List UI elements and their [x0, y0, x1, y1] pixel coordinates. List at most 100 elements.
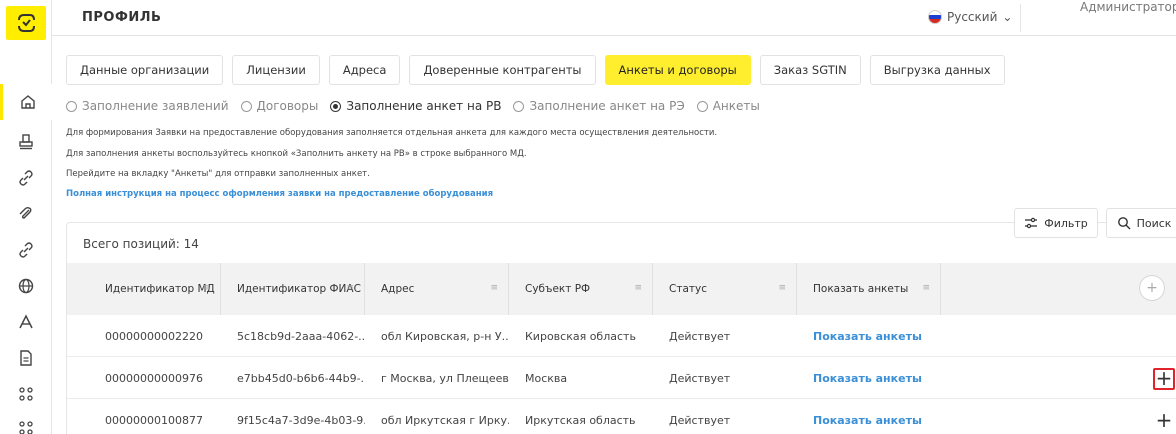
sidebar-item-link-2[interactable] [0, 232, 52, 268]
cell-address: обл Иркутская г Ирку... [381, 413, 509, 427]
column-header-status[interactable]: Статус ≡ [653, 263, 797, 315]
sidebar-item-home[interactable] [0, 84, 52, 120]
grid-icon [19, 421, 33, 434]
cell-subject: Москва [525, 371, 568, 385]
column-label: Адрес [381, 283, 415, 295]
radio-button[interactable] [513, 100, 525, 112]
column-header-address[interactable]: Адрес ≡ [365, 263, 509, 315]
total-count: Всего позиций: 14 [83, 237, 199, 251]
profile-tabs: Данные организации Лицензии Адреса Довер… [66, 55, 1005, 85]
user-name[interactable]: Администратор [1080, 0, 1176, 14]
filter-icon [1025, 217, 1038, 229]
md-table-card: Всего позиций: 14 Идентификатор МД ≡ Иден… [66, 222, 1176, 434]
logo-icon [18, 14, 35, 32]
sort-icon[interactable]: ≡ [490, 283, 498, 293]
sort-icon[interactable]: ≡ [922, 283, 930, 293]
radio-button[interactable] [696, 100, 708, 112]
column-label: Субъект РФ [525, 283, 591, 295]
tab-trusted-counterparties[interactable]: Доверенные контрагенты [409, 55, 596, 85]
search-icon [1117, 217, 1131, 230]
document-icon [20, 350, 32, 366]
add-column-button[interactable]: + [1139, 275, 1165, 301]
russia-flag-icon [928, 10, 942, 24]
header-divider [1020, 4, 1021, 32]
grid-icon [19, 387, 33, 401]
column-header-md-id[interactable]: Идентификатор МД ≡ [89, 263, 221, 315]
column-header-show-forms[interactable]: Показать анкеты ≡ [797, 263, 941, 315]
tab-addresses[interactable]: Адреса [328, 55, 401, 85]
table-row[interactable]: 00000000000976 e7bb45d0-b6b6-44b9-... г … [67, 357, 1176, 399]
tab-forms-and-contracts[interactable]: Анкеты и договоры [604, 55, 751, 85]
cell-subject: Иркутская область [525, 413, 636, 427]
show-forms-link[interactable]: Показать анкеты [797, 399, 941, 434]
radio-button[interactable] [240, 100, 252, 112]
sort-icon[interactable]: ≡ [778, 283, 786, 293]
filter-button[interactable]: Фильтр [1014, 208, 1098, 238]
language-label: Русский [947, 10, 998, 24]
filter-label: Фильтр [1044, 216, 1088, 230]
info-line-3: Перейдите на вкладку "Анкеты" для отправ… [66, 169, 370, 179]
app-logo[interactable] [6, 6, 46, 40]
radio-button[interactable] [330, 100, 342, 112]
sort-icon[interactable]: ≡ [634, 283, 642, 293]
tab-licenses[interactable]: Лицензии [232, 55, 320, 85]
tab-organization-data[interactable]: Данные организации [66, 55, 224, 85]
link-icon [19, 170, 33, 186]
cell-fias-id: 9f15c4a7-3d9e-4b03-9... [237, 413, 365, 427]
column-label: Идентификатор МД [105, 283, 215, 295]
radio-forms[interactable]: Анкеты [696, 99, 760, 113]
fill-form-plus-button[interactable]: + [1153, 368, 1175, 390]
radio-label: Заполнение анкет на РЭ [529, 99, 685, 113]
sort-icon[interactable]: ≡ [346, 283, 354, 293]
link-icon [19, 242, 33, 258]
table-row[interactable]: 00000000100877 9f15c4a7-3d9e-4b03-9... о… [67, 399, 1176, 434]
sidebar [0, 0, 52, 434]
sidebar-item-apps[interactable] [0, 376, 52, 412]
cell-subject: Кировская область [525, 329, 636, 343]
radio-button[interactable] [66, 100, 77, 112]
sidebar-item-apps-2[interactable] [0, 410, 52, 434]
cell-status: Действует [669, 329, 731, 343]
cell-md-id: 00000000100877 [105, 413, 203, 427]
language-selector[interactable]: Русский ⌄ [928, 10, 1012, 24]
sidebar-item-stamp[interactable] [0, 124, 52, 160]
radio-label: Договоры [256, 99, 319, 113]
radio-forms-rv[interactable]: Заполнение анкет на РВ [330, 99, 501, 113]
show-forms-link[interactable]: Показать анкеты [797, 315, 941, 357]
instructions-link[interactable]: Полная инструкция на процесс оформления … [66, 189, 493, 199]
sidebar-item-attachments[interactable] [0, 196, 52, 232]
column-header-fias-id[interactable]: Идентификатор ФИАС ≡ [221, 263, 365, 315]
top-header: ПРОФИЛЬ Русский ⌄ Администратор ⌄ [52, 0, 1176, 36]
cell-fias-id: e7bb45d0-b6b6-44b9-... [237, 371, 365, 385]
chevron-down-icon: ⌄ [1002, 10, 1013, 24]
radio-label: Заполнение заявлений [82, 99, 229, 113]
sidebar-item-globe[interactable] [0, 268, 52, 304]
search-label: Поиск [1136, 216, 1172, 230]
radio-label: Анкеты [712, 99, 760, 113]
fill-form-plus-button[interactable]: + [1153, 410, 1175, 432]
home-icon [20, 95, 35, 109]
table-row[interactable]: 00000000002220 5c18cb9d-2aaa-4062-... об… [67, 315, 1176, 357]
cell-address: обл Кировская, р-н У... [381, 329, 509, 343]
table-header: Идентификатор МД ≡ Идентификатор ФИАС ≡ Ад… [67, 263, 1176, 315]
mode-radio-group: Заполнение заявлений Договоры Заполнение… [66, 99, 760, 113]
show-forms-link[interactable]: Показать анкеты [797, 357, 941, 399]
radio-forms-re[interactable]: Заполнение анкет на РЭ [513, 99, 685, 113]
globe-icon [18, 278, 34, 294]
search-button[interactable]: Поиск [1106, 208, 1176, 238]
cell-fias-id: 5c18cb9d-2aaa-4062-... [237, 329, 365, 343]
radio-applications[interactable]: Заполнение заявлений [66, 99, 229, 113]
tab-sgtin-order[interactable]: Заказ SGTIN [759, 55, 861, 85]
stamp-icon [19, 134, 33, 150]
tab-data-export[interactable]: Выгрузка данных [869, 55, 1005, 85]
sidebar-item-user[interactable] [0, 304, 52, 340]
sidebar-item-documents[interactable] [0, 340, 52, 376]
cell-address: г Москва, ул Плещеев... [381, 371, 509, 385]
radio-label: Заполнение анкет на РВ [346, 99, 502, 113]
column-header-subject[interactable]: Субъект РФ ≡ [509, 263, 653, 315]
radio-contracts[interactable]: Договоры [240, 99, 319, 113]
page-title: ПРОФИЛЬ [82, 10, 162, 25]
sidebar-item-link[interactable] [0, 160, 52, 196]
info-line-1: Для формирования Заявки на предоставлени… [66, 128, 718, 138]
sort-icon[interactable]: ≡ [202, 283, 210, 293]
